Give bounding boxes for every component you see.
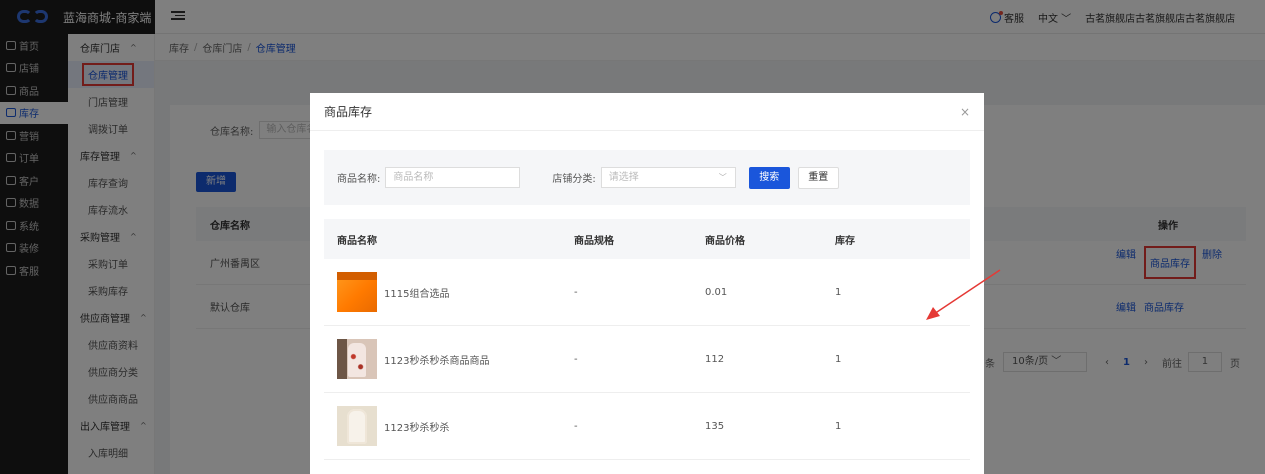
annotation-arrow-icon (926, 269, 1001, 320)
